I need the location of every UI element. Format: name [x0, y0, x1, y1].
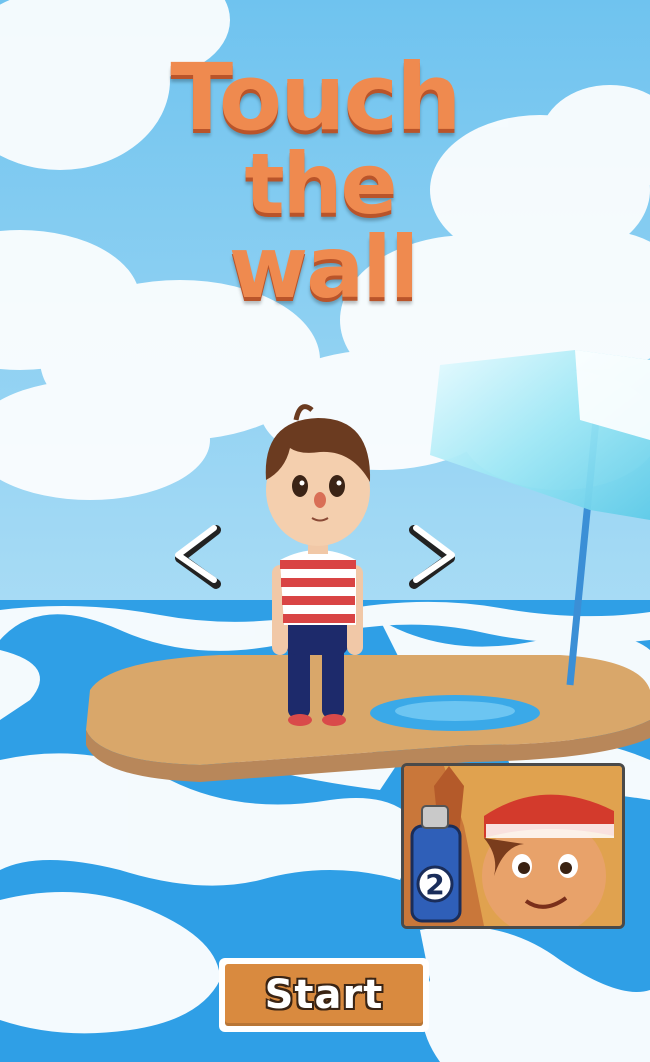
ad-thumbnail[interactable]: 2 — [401, 763, 625, 929]
next-character-button[interactable] — [408, 520, 458, 590]
start-button-label: Start — [264, 972, 384, 1018]
game-title-line-3: wall — [228, 218, 419, 318]
game-title-line-2: the — [244, 135, 398, 233]
previous-character-button[interactable] — [172, 520, 222, 590]
game-title-line-1: Touch — [170, 44, 461, 151]
badge-number: 2 — [425, 868, 444, 901]
start-button[interactable]: Start — [219, 958, 429, 1032]
subway-surfers-2-thumbnail: 2 — [404, 766, 622, 926]
chevron-right-icon — [409, 525, 455, 589]
chevron-left-icon — [175, 525, 221, 589]
start-button-face: Start — [225, 964, 423, 1026]
